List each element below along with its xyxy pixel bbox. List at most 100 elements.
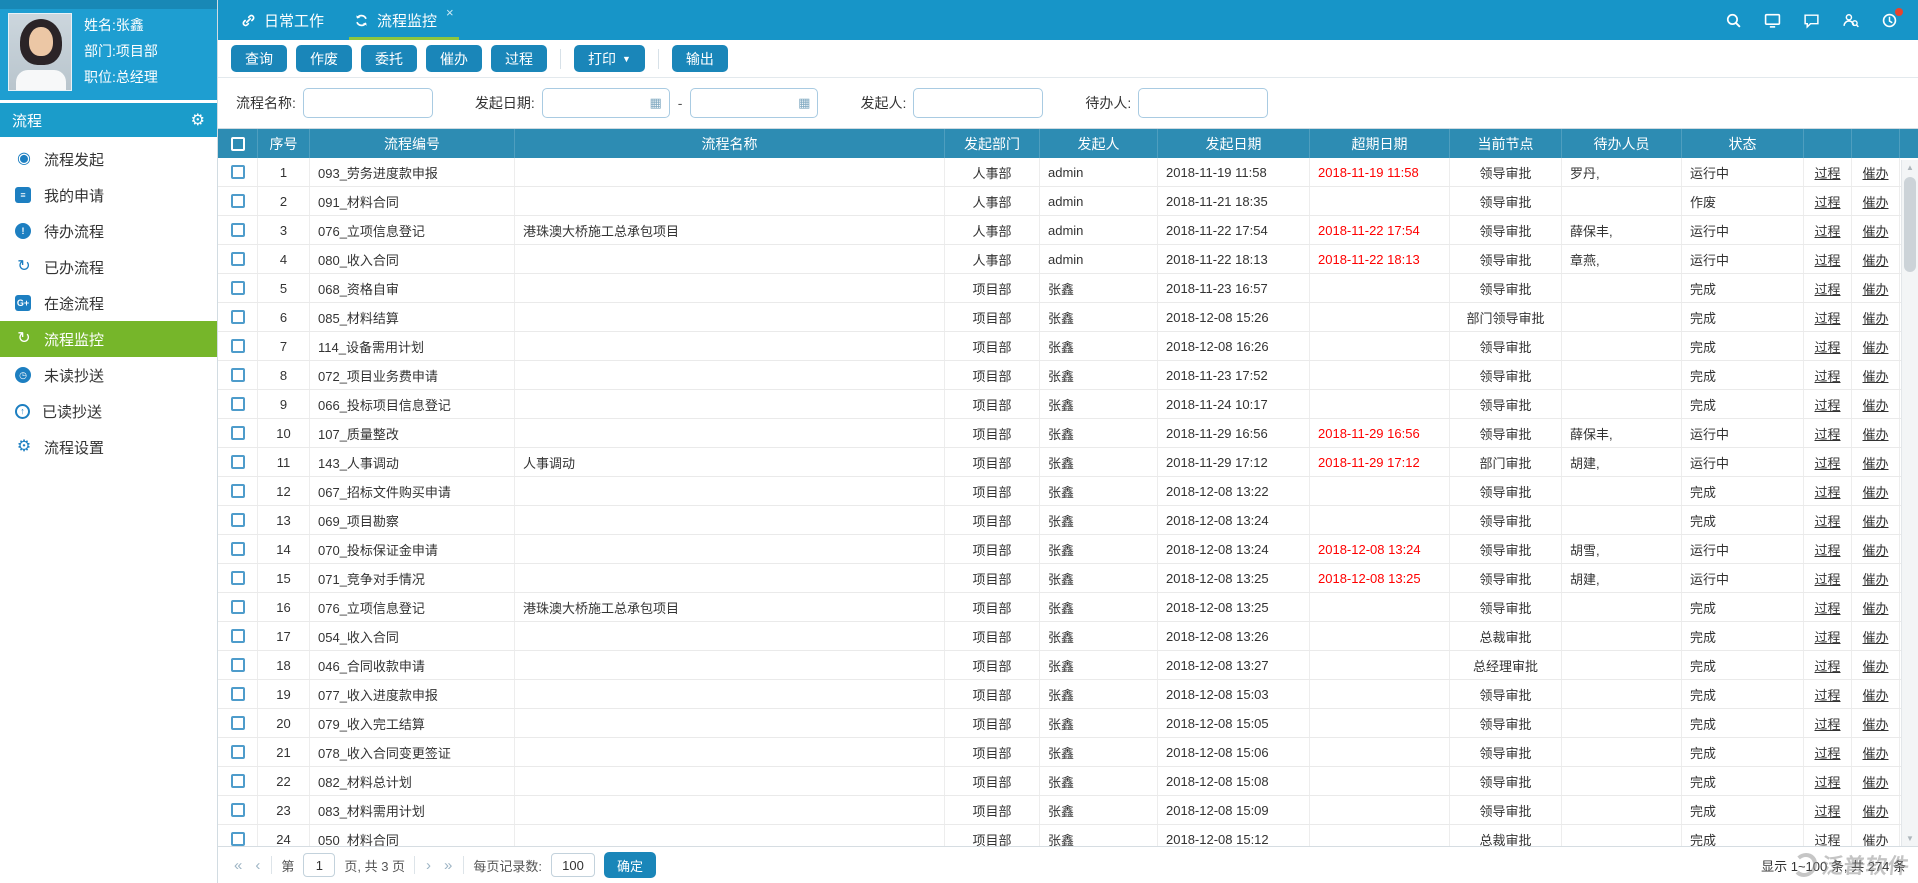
scrollbar-thumb[interactable] — [1904, 177, 1916, 272]
process-link[interactable]: 过程 — [1814, 279, 1840, 298]
process-link[interactable]: 过程 — [1814, 801, 1840, 820]
row-checkbox[interactable] — [231, 774, 245, 788]
urge-link[interactable]: 催办 — [1862, 627, 1888, 646]
process-link[interactable]: 过程 — [1814, 308, 1840, 327]
row-checkbox[interactable] — [231, 716, 245, 730]
urge-link[interactable]: 催办 — [1862, 221, 1888, 240]
process-link[interactable]: 过程 — [1814, 540, 1840, 559]
process-link[interactable]: 过程 — [1814, 511, 1840, 530]
sidebar-item-clock[interactable]: ◷未读抄送 — [0, 357, 217, 393]
process-link[interactable]: 过程 — [1814, 627, 1840, 646]
process-button[interactable]: 过程 — [491, 45, 547, 72]
print-button[interactable]: 打印 ▼ — [574, 45, 645, 72]
close-icon[interactable]: × — [446, 5, 454, 20]
initiator-input[interactable] — [913, 88, 1043, 118]
process-link[interactable]: 过程 — [1814, 250, 1840, 269]
sidebar-item-gplus[interactable]: G+在途流程 — [0, 285, 217, 321]
process-name-input[interactable] — [303, 88, 433, 118]
process-link[interactable]: 过程 — [1814, 366, 1840, 385]
process-link[interactable]: 过程 — [1814, 337, 1840, 356]
page-number-input[interactable] — [303, 853, 335, 877]
notification-icon[interactable] — [1881, 12, 1898, 29]
sidebar-item-gear[interactable]: ⚙流程设置 — [0, 429, 217, 465]
message-icon[interactable] — [1803, 12, 1820, 29]
last-page-button[interactable]: » — [442, 857, 454, 874]
urge-link[interactable]: 催办 — [1862, 337, 1888, 356]
process-link[interactable]: 过程 — [1814, 656, 1840, 675]
row-checkbox[interactable] — [231, 600, 245, 614]
process-link[interactable]: 过程 — [1814, 772, 1840, 791]
sidebar-item-refresh[interactable]: ↻已办流程 — [0, 249, 217, 285]
urge-link[interactable]: 催办 — [1862, 424, 1888, 443]
process-link[interactable]: 过程 — [1814, 714, 1840, 733]
row-checkbox[interactable] — [231, 339, 245, 353]
row-checkbox[interactable] — [231, 745, 245, 759]
row-checkbox[interactable] — [231, 310, 245, 324]
row-checkbox[interactable] — [231, 397, 245, 411]
urge-link[interactable]: 催办 — [1862, 569, 1888, 588]
select-all-checkbox[interactable] — [231, 137, 245, 151]
scroll-up-arrow[interactable]: ▲ — [1902, 160, 1918, 175]
tab-process-monitor[interactable]: 流程监控 × — [339, 0, 469, 40]
sidebar-item-arrow-up[interactable]: ↑已读抄送 — [0, 393, 217, 429]
query-button[interactable]: 查询 — [231, 45, 287, 72]
calendar-icon[interactable]: ▦ — [798, 95, 810, 111]
process-link[interactable]: 过程 — [1814, 424, 1840, 443]
row-checkbox[interactable] — [231, 455, 245, 469]
urge-link[interactable]: 催办 — [1862, 453, 1888, 472]
process-link[interactable]: 过程 — [1814, 569, 1840, 588]
first-page-button[interactable]: « — [232, 857, 244, 874]
urge-link[interactable]: 催办 — [1862, 250, 1888, 269]
row-checkbox[interactable] — [231, 426, 245, 440]
scroll-down-arrow[interactable]: ▼ — [1902, 831, 1918, 846]
row-checkbox[interactable] — [231, 165, 245, 179]
row-checkbox[interactable] — [231, 252, 245, 266]
urge-link[interactable]: 催办 — [1862, 743, 1888, 762]
search-icon[interactable] — [1725, 12, 1742, 29]
urge-link[interactable]: 催办 — [1862, 685, 1888, 704]
gear-icon[interactable]: ⚙ — [191, 110, 205, 130]
urge-link[interactable]: 催办 — [1862, 192, 1888, 211]
urge-link[interactable]: 催办 — [1862, 308, 1888, 327]
row-checkbox[interactable] — [231, 687, 245, 701]
row-checkbox[interactable] — [231, 832, 245, 846]
urge-link[interactable]: 催办 — [1862, 540, 1888, 559]
process-link[interactable]: 过程 — [1814, 395, 1840, 414]
process-link[interactable]: 过程 — [1814, 482, 1840, 501]
per-page-input[interactable] — [551, 853, 595, 877]
urge-link[interactable]: 催办 — [1862, 366, 1888, 385]
sidebar-item-alert[interactable]: !待办流程 — [0, 213, 217, 249]
process-link[interactable]: 过程 — [1814, 221, 1840, 240]
row-checkbox[interactable] — [231, 658, 245, 672]
void-button[interactable]: 作废 — [296, 45, 352, 72]
sidebar-item-broadcast[interactable]: ◉流程发起 — [0, 141, 217, 177]
row-checkbox[interactable] — [231, 223, 245, 237]
row-checkbox[interactable] — [231, 542, 245, 556]
urge-link[interactable]: 催办 — [1862, 772, 1888, 791]
sidebar-item-clipboard[interactable]: ≡我的申请 — [0, 177, 217, 213]
process-link[interactable]: 过程 — [1814, 163, 1840, 182]
row-checkbox[interactable] — [231, 513, 245, 527]
urge-link[interactable]: 催办 — [1862, 279, 1888, 298]
process-link[interactable]: 过程 — [1814, 192, 1840, 211]
process-link[interactable]: 过程 — [1814, 685, 1840, 704]
process-link[interactable]: 过程 — [1814, 743, 1840, 762]
prev-page-button[interactable]: ‹ — [253, 857, 262, 874]
pending-person-input[interactable] — [1138, 88, 1268, 118]
tab-daily-work[interactable]: 日常工作 — [226, 0, 339, 40]
row-checkbox[interactable] — [231, 281, 245, 295]
row-checkbox[interactable] — [231, 803, 245, 817]
next-page-button[interactable]: › — [424, 857, 433, 874]
process-link[interactable]: 过程 — [1814, 453, 1840, 472]
window-icon[interactable] — [1764, 12, 1781, 29]
sidebar-item-monitor-refresh[interactable]: ↻流程监控 — [0, 321, 217, 357]
urge-link[interactable]: 催办 — [1862, 656, 1888, 675]
user-search-icon[interactable] — [1842, 12, 1859, 29]
urge-link[interactable]: 催办 — [1862, 395, 1888, 414]
delegate-button[interactable]: 委托 — [361, 45, 417, 72]
row-checkbox[interactable] — [231, 194, 245, 208]
urge-link[interactable]: 催办 — [1862, 801, 1888, 820]
row-checkbox[interactable] — [231, 571, 245, 585]
urge-button[interactable]: 催办 — [426, 45, 482, 72]
urge-link[interactable]: 催办 — [1862, 482, 1888, 501]
